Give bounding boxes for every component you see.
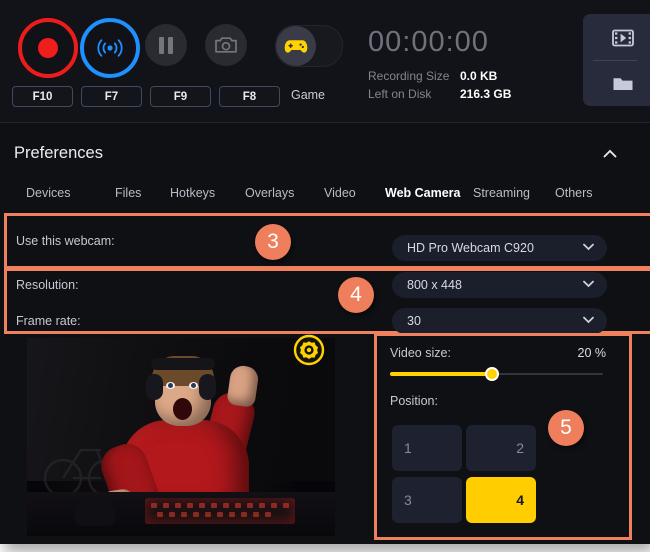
top-toolbar: Game F10 F7 F9 F8 00:00:00 Recording Siz… [0,0,650,122]
folder-icon [613,78,633,90]
hotkey-screenshot[interactable]: F8 [219,86,280,107]
hotkey-chips: F10 F7 F9 F8 [12,86,280,107]
hotkey-record[interactable]: F10 [12,86,73,107]
left-on-disk-value: 216.3 GB [460,87,512,101]
tab-streaming[interactable]: Streaming [473,186,530,200]
screenshot-button[interactable] [205,24,247,66]
pause-icon [159,36,173,54]
tab-hotkeys[interactable]: Hotkeys [170,186,215,200]
slider-fill [390,372,493,376]
webcam-settings-button[interactable] [293,334,325,366]
preferences-title: Preferences [14,144,103,162]
chevron-down-icon [583,280,594,288]
preview-mouse [75,502,115,526]
chevron-down-icon [583,316,594,324]
tab-overlays[interactable]: Overlays [245,186,294,200]
tab-web-camera[interactable]: Web Camera [385,186,461,200]
recording-size-label: Recording Size [368,69,450,83]
tab-files[interactable]: Files [115,186,141,200]
framerate-select-value: 30 [407,314,421,328]
film-strip-icon [612,29,634,46]
hotkey-pause[interactable]: F9 [150,86,211,107]
recording-size-value: 0.0 KB [460,69,498,83]
pause-button[interactable] [145,24,187,66]
framerate-select[interactable]: 30 [392,308,607,334]
record-dot-icon [38,38,58,58]
toggle-knob [276,26,316,66]
use-this-webcam-label: Use this webcam: [16,234,115,248]
game-mode-toggle[interactable] [275,25,343,67]
side-action-card [583,14,650,106]
collapse-preferences-button[interactable] [602,146,618,162]
hotkey-broadcast[interactable]: F7 [81,86,142,107]
movavi-screen-recorder-window: Game F10 F7 F9 F8 00:00:00 Recording Siz… [0,0,650,544]
video-size-value: 20 % [577,346,607,360]
chevron-down-icon [583,243,594,251]
webcam-select-value: HD Pro Webcam C920 [407,241,534,255]
frame-rate-label: Frame rate: [16,314,81,328]
resolution-label: Resolution: [16,278,79,292]
preferences-tabs: Devices Files Hotkeys Overlays Video Web… [18,186,628,206]
webcam-preview [27,338,335,536]
position-tile-1-label: 1 [404,440,412,456]
position-tile-4-label: 4 [516,492,524,508]
resolution-select[interactable]: 800 x 448 [392,272,607,298]
position-tile-4[interactable]: 4 [466,477,536,523]
callout-badge-5: 5 [548,410,584,446]
position-label: Position: [390,394,438,408]
broadcast-waves-icon [97,39,123,57]
resolution-select-value: 800 x 448 [407,278,462,292]
chevron-up-icon [603,149,617,158]
gamepad-icon [284,39,308,53]
open-folder-button[interactable] [583,61,650,106]
callout-badge-3: 3 [255,224,291,260]
tab-others[interactable]: Others [555,186,593,200]
position-tile-1[interactable]: 1 [392,425,462,471]
video-size-label: Video size: [390,346,451,360]
gear-icon [293,334,325,366]
tab-video[interactable]: Video [324,186,356,200]
broadcast-button[interactable] [80,18,140,78]
tab-devices[interactable]: Devices [26,186,70,200]
open-editor-button[interactable] [583,15,650,60]
position-tile-2-label: 2 [516,440,524,456]
left-on-disk-label: Left on Disk [368,87,432,101]
toolbar-divider [0,122,650,123]
game-toggle-label: Game [290,88,326,102]
video-size-slider[interactable] [390,367,603,381]
record-button[interactable] [18,18,78,78]
camera-icon [215,37,237,53]
recording-timer: 00:00:00 [368,26,489,58]
callout-badge-4: 4 [338,277,374,313]
position-tile-2[interactable]: 2 [466,425,536,471]
position-tile-3[interactable]: 3 [392,477,462,523]
preview-keyboard [145,498,295,524]
left-on-disk-stat: Left on Disk 216.3 GB [368,87,548,101]
position-tile-3-label: 3 [404,492,412,508]
webcam-select[interactable]: HD Pro Webcam C920 [392,235,607,261]
recording-size-stat: Recording Size 0.0 KB [368,69,548,83]
